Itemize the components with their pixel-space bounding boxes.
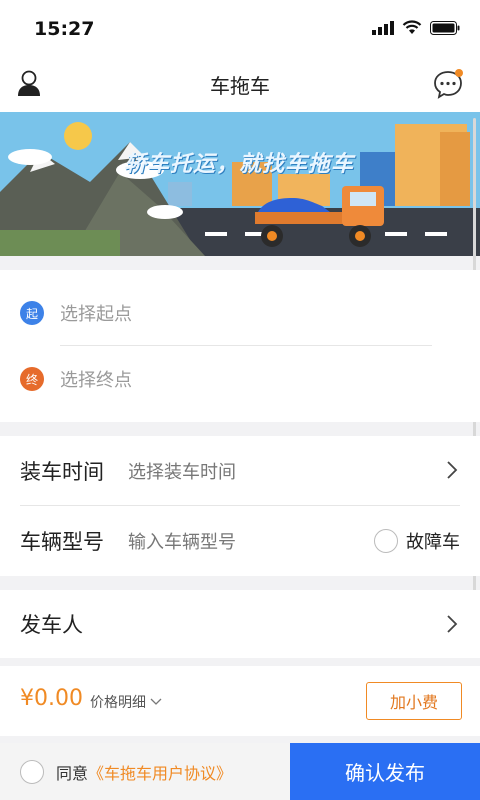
fault-vehicle-radio[interactable]: [374, 529, 398, 553]
agreement-row: 同意《车拖车用户协议》: [20, 760, 232, 784]
sender-label: 发车人: [20, 613, 83, 637]
agreement-checkbox[interactable]: [20, 760, 44, 784]
route-card: 起 选择起点 终 选择终点: [0, 270, 480, 422]
load-time-row[interactable]: 装车时间 选择装车时间: [0, 436, 480, 506]
add-tip-button[interactable]: 加小费: [366, 682, 462, 720]
form-divider: [20, 505, 460, 506]
price-amount: ¥0.00: [20, 686, 83, 711]
status-time: 15:27: [34, 18, 95, 40]
vehicle-model-row: 车辆型号 输入车辆型号 故障车: [0, 506, 480, 576]
start-point-placeholder: 选择起点: [60, 304, 132, 325]
banner-slogan: 轿车托运，就找车拖车: [124, 152, 355, 177]
chevron-down-icon: [150, 698, 162, 705]
banner-illustration: [0, 112, 480, 256]
page-title: 车拖车: [210, 74, 270, 98]
price-detail-toggle[interactable]: 价格明细: [90, 692, 162, 712]
agreement-text: 同意: [56, 764, 89, 783]
price-bar: ¥0.00 价格明细 加小费: [0, 666, 480, 736]
status-bar: 15:27: [0, 0, 480, 56]
start-point-row[interactable]: 起 选择起点: [0, 282, 480, 344]
price-detail-label: 价格明细: [90, 695, 146, 711]
bottom-bar: 同意《车拖车用户协议》 确认发布: [0, 743, 480, 800]
vehicle-form-card: 装车时间 选择装车时间 车辆型号 输入车辆型号 故障车: [0, 436, 480, 576]
nav-bar: 车拖车: [0, 56, 480, 112]
signal-icon: [372, 20, 394, 35]
sender-row[interactable]: 发车人: [0, 590, 480, 658]
battery-icon: [430, 20, 460, 35]
end-point-row[interactable]: 终 选择终点: [0, 348, 480, 410]
end-point-placeholder: 选择终点: [60, 370, 132, 391]
wifi-icon: [402, 20, 422, 34]
agreement-link[interactable]: 《车拖车用户协议》: [88, 764, 232, 783]
start-badge: 起: [20, 301, 44, 325]
load-time-placeholder: 选择装车时间: [128, 462, 236, 483]
load-time-label: 装车时间: [20, 460, 104, 484]
messages-button[interactable]: [432, 68, 464, 100]
chevron-right-icon: [447, 461, 458, 479]
fault-vehicle-toggle[interactable]: 故障车: [374, 506, 460, 576]
fault-vehicle-label: 故障车: [406, 532, 460, 553]
vehicle-model-label: 车辆型号: [20, 530, 104, 554]
confirm-publish-button[interactable]: 确认发布: [290, 743, 480, 800]
sender-row-inner: 发车人: [0, 590, 480, 658]
vehicle-model-input[interactable]: 输入车辆型号: [128, 528, 236, 554]
route-divider: [60, 345, 432, 346]
promo-banner[interactable]: 轿车托运，就找车拖车: [0, 112, 480, 256]
chat-bubble-icon: [434, 69, 463, 99]
status-icons: [372, 20, 460, 35]
notification-dot: [455, 69, 463, 77]
end-badge: 终: [20, 367, 44, 391]
chevron-right-icon: [447, 615, 458, 633]
